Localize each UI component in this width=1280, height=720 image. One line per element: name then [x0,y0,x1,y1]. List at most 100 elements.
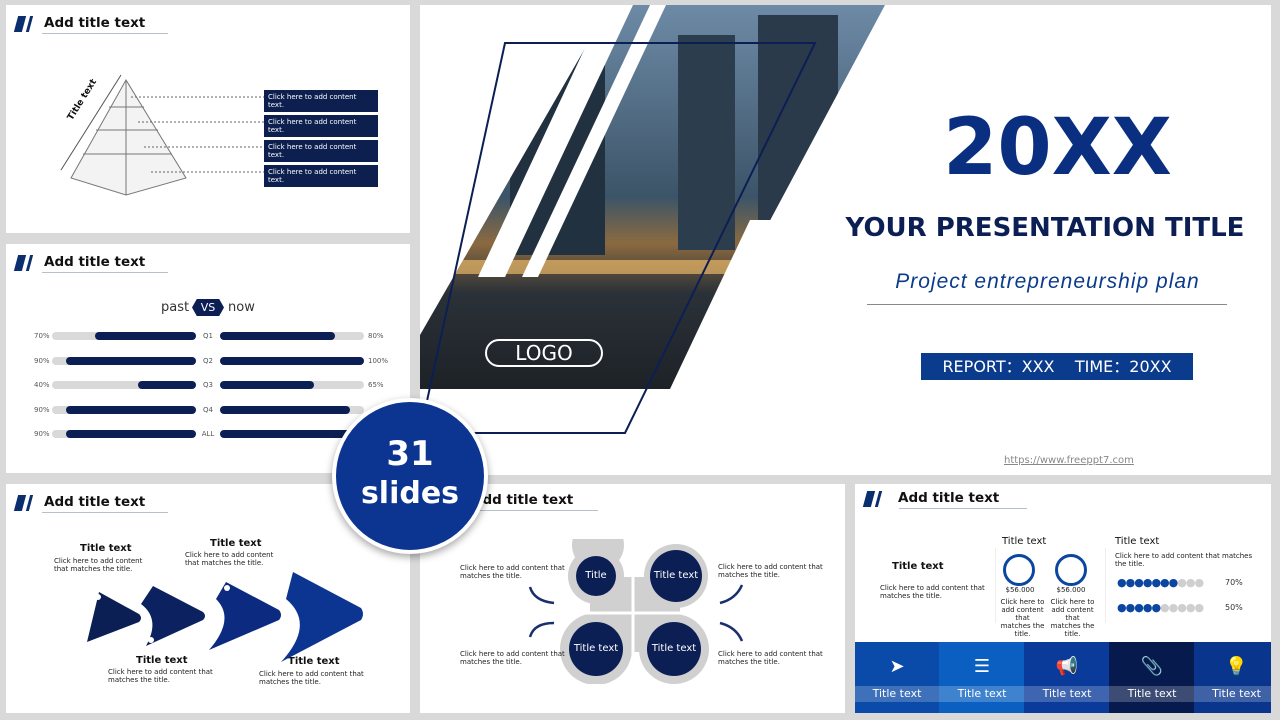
quarter-label: Q2 [203,356,213,365]
slide-title: Add title text [898,490,1000,506]
person-icon: ● [1168,601,1179,614]
petal-label: Title text [573,643,619,654]
people-percent: 50% [1225,603,1243,612]
content-label[interactable]: Click here to add content text. [264,90,378,112]
lightbulb-icon: 💡 [1225,656,1248,677]
person-icon: ● [1177,601,1187,614]
petal-text: Click here to add content that matches t… [718,650,823,666]
header-mark [13,16,27,32]
person-icon: ● [1125,601,1136,614]
now-label: now [228,300,255,315]
slide-title: Add title text [472,492,574,508]
petal-label: Title [585,570,607,581]
feature-tile[interactable]: 📢 Title text [1024,642,1110,713]
step-title: Title text [210,538,262,549]
slide-count: 31 [386,434,434,474]
slide-thumb-pyramid[interactable]: Add title text Title text Click here to … [6,5,410,233]
comparison-row: 40% Q3 65% [6,381,410,389]
tile-label: Title text [855,686,940,702]
tile-label: Title text [1194,686,1271,702]
tile-label: Title text [1109,686,1195,702]
quarter-label: ALL [201,430,215,438]
people-percent: 70% [1225,578,1243,587]
person-icon: ● [1194,576,1204,589]
megaphone-icon: 📢 [1055,656,1079,677]
year-title: 20XX [943,103,1172,193]
comparison-row: 70% Q1 80% [6,332,410,340]
person-icon: ● [1177,576,1187,589]
process-arrows [87,572,363,662]
now-value: 80% [368,332,384,340]
content-label[interactable]: Click here to add content text. [264,140,378,162]
feature-tile[interactable]: ☰ Title text [939,642,1025,713]
person-icon: ● [1117,576,1127,589]
step-body: Click here to add content that matches t… [108,668,213,684]
comparison-row: 90% Q2 100% [6,356,410,365]
feature-tile[interactable]: 💡 Title text [1194,642,1271,713]
vs-badge: VS [192,299,224,316]
slide-thumb-petals[interactable]: Add title text Title Title text Title te… [420,484,845,713]
past-bar [66,405,196,414]
quarter-label: Q4 [203,405,213,414]
person-icon: ● [1194,601,1204,614]
content-label[interactable]: Click here to add content text. [264,165,378,187]
report-banner: REPORT：XXX TIME：20XX [921,353,1193,380]
petal-text: Click here to add content that matches t… [718,563,823,579]
ring-body: Click here to add content that matches t… [1050,598,1095,638]
person-icon: ● [1117,601,1127,614]
past-value: 90% [34,430,50,438]
feature-tile[interactable]: ➤ Title text [855,642,940,713]
past-bar [138,381,196,389]
ring-body: Click here to add content that matches t… [1000,598,1045,638]
paperclip-icon: 📎 [1140,656,1164,677]
step-title: Title text [80,543,132,554]
content-label[interactable]: Click here to add content text. [264,115,378,137]
person-icon: ● [1168,576,1179,589]
past-bar [66,430,196,438]
person-icon: ● [1151,601,1161,614]
tile-label: Title text [1024,686,1110,702]
person-icon: ● [1125,576,1136,589]
slide-main-title[interactable]: LOGO 20XX YOUR PRESENTATION TITLE Projec… [420,5,1271,475]
past-value: 90% [34,356,50,365]
people-row: ●●●●●●●●●● [1117,601,1204,614]
feature-tile[interactable]: 📎 Title text [1109,642,1195,713]
past-value: 90% [34,405,50,414]
past-bar [66,356,196,365]
slide-thumb-stats[interactable]: Add title text Title text Click here to … [855,484,1271,713]
now-value: 65% [368,381,384,389]
presentation-subtitle: Project entrepreneurship plan [895,270,1200,293]
person-icon: ● [1134,576,1144,589]
past-bar [95,332,196,340]
slide-count-badge: 31 slides [332,398,488,554]
person-icon: ● [1160,601,1170,614]
past-label: past [161,300,190,315]
now-bar [220,332,336,340]
slide-header: Add title text [13,252,194,274]
ring-value: $56.000 [1005,586,1035,594]
stat-body: Click here to add content that matches t… [880,584,985,600]
tile-label: Title text [939,686,1025,702]
stat-title: Title text [892,561,944,572]
quarter-label: Q1 [203,332,213,340]
ring-value: $56.000 [1056,586,1086,594]
petal-text: Click here to add content that matches t… [460,650,565,666]
stat-body: Click here to add content that matches t… [1115,552,1253,568]
slide-header: Add title text [13,492,194,514]
presentation-title: YOUR PRESENTATION TITLE [845,213,1245,243]
paper-plane-icon: ➤ [889,656,905,677]
slide-title: Add title text [44,15,146,31]
stat-title: Title text [1115,536,1160,547]
slide-header: Add title text [13,13,194,35]
now-bar [220,405,350,414]
petal-text: Click here to add content that matches t… [460,564,565,580]
stat-title: Title text [1002,536,1047,547]
now-bar [220,381,314,389]
now-bar [220,430,350,438]
slide-title: Add title text [44,254,146,270]
ring-chart [1055,554,1087,586]
ring-chart [1003,554,1035,586]
website-link[interactable]: https://www.freeppt7.com [1004,455,1134,466]
now-bar [220,356,364,365]
past-value: 40% [34,381,50,389]
